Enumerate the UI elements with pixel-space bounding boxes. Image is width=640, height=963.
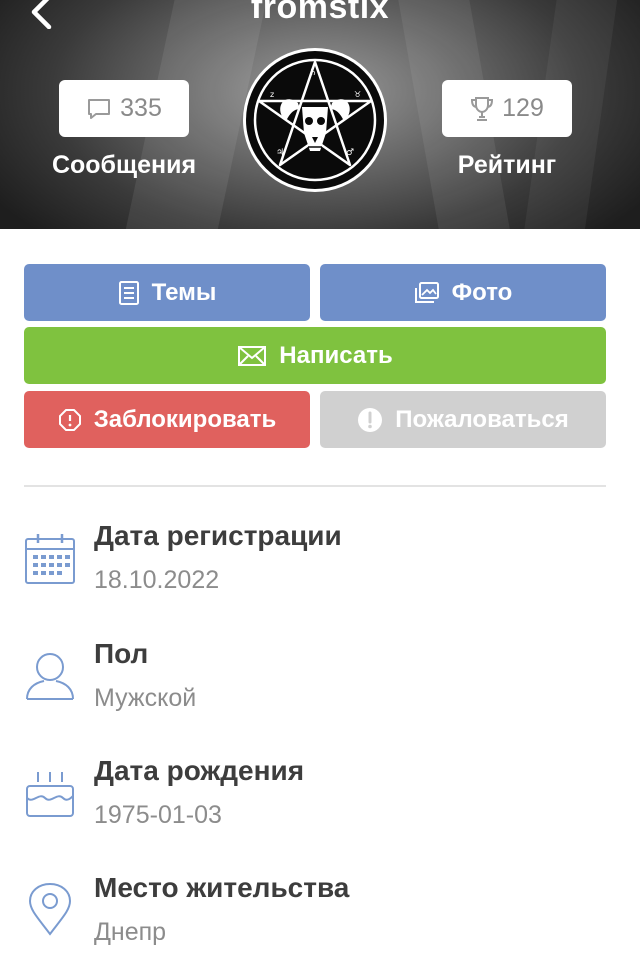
write-label: Написать (279, 341, 393, 369)
document-icon (118, 280, 139, 305)
person-icon (24, 648, 76, 704)
svg-text:♃: ♃ (276, 148, 284, 158)
info-row-location: Место жительства Днепр (24, 872, 606, 963)
avatar-image: ♄ z ♉ ♃ ♂ (246, 51, 384, 189)
divider (24, 485, 606, 487)
gender-value: Мужской (94, 684, 197, 712)
avatar[interactable]: ♄ z ♉ ♃ ♂ (243, 48, 387, 192)
calendar-icon (24, 530, 76, 586)
speech-bubble-icon (88, 98, 111, 119)
pentagram-goat-icon: ♄ z ♉ ♃ ♂ (253, 58, 377, 182)
topics-label: Темы (151, 278, 217, 306)
birthday-cake-icon (24, 765, 76, 821)
svg-text:♄: ♄ (309, 68, 317, 78)
messages-label: Сообщения (51, 151, 197, 179)
rating-count-box[interactable]: 129 (442, 80, 572, 137)
topics-button[interactable]: Темы (24, 264, 310, 321)
rating-label: Рейтинг (457, 151, 557, 179)
location-title: Место жительства (94, 872, 350, 903)
location-pin-icon (24, 882, 76, 938)
envelope-icon (238, 345, 267, 366)
birthday-value: 1975-01-03 (94, 801, 222, 829)
report-label: Пожаловаться (395, 405, 569, 433)
write-message-button[interactable]: Написать (24, 327, 606, 384)
svg-text:z: z (270, 90, 274, 99)
svg-text:♂: ♂ (346, 148, 354, 158)
svg-text:♉: ♉ (354, 90, 361, 99)
block-label: Заблокировать (93, 405, 277, 433)
profile-username: fromstix (250, 0, 390, 26)
info-row-registration: Дата регистрации 18.10.2022 (24, 520, 606, 620)
messages-count-box[interactable]: 335 (59, 80, 189, 137)
report-button[interactable]: Пожаловаться (320, 391, 606, 448)
gender-title: Пол (94, 638, 149, 669)
block-button[interactable]: Заблокировать (24, 391, 310, 448)
registration-value: 18.10.2022 (94, 566, 220, 594)
birthday-title: Дата рождения (94, 755, 305, 786)
photo-button[interactable]: Фото (320, 264, 606, 321)
exclamation-circle-icon (358, 407, 383, 432)
photo-gallery-icon (414, 281, 439, 303)
registration-title: Дата регистрации (94, 520, 342, 551)
messages-count: 335 (120, 94, 162, 122)
info-row-gender: Пол Мужской (24, 638, 606, 738)
info-row-birthday: Дата рождения 1975-01-03 (24, 755, 606, 855)
location-value: Днепр (94, 918, 167, 946)
rating-count: 129 (502, 94, 544, 122)
profile-header: fromstix 335 Сообщения 129 Рейтинг ♄ z ♉… (0, 0, 640, 229)
octagon-warning-icon (58, 408, 81, 431)
photo-label: Фото (451, 278, 513, 306)
trophy-icon (471, 96, 494, 121)
